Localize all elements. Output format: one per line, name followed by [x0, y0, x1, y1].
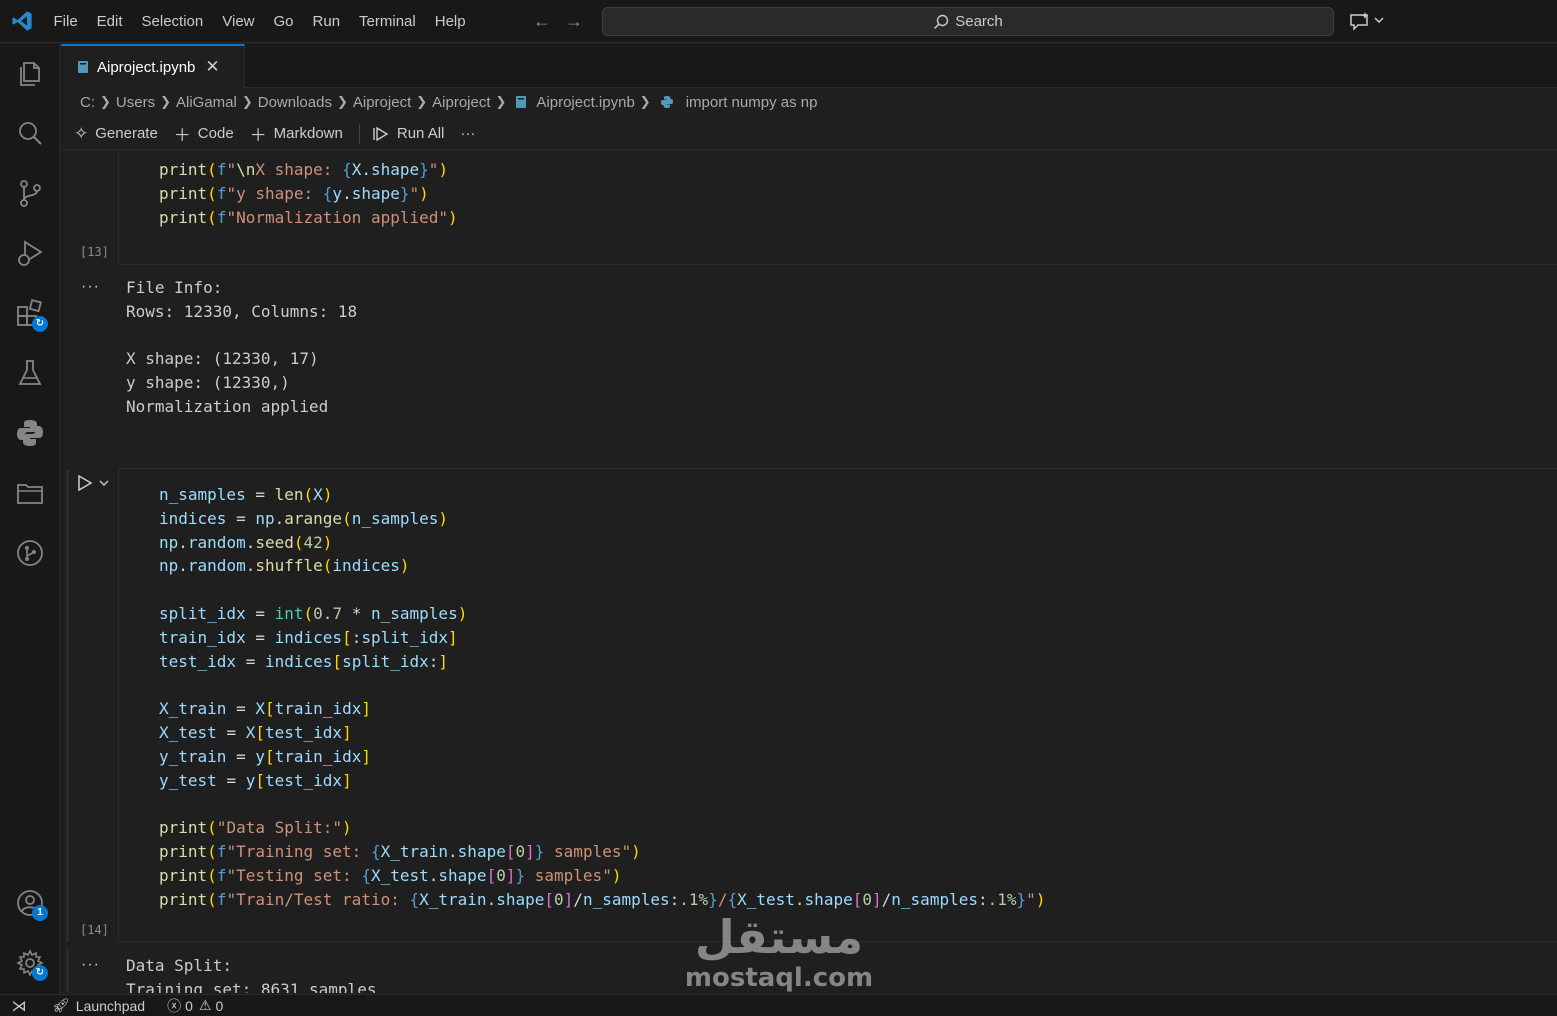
chevron-right-icon: ❯: [336, 94, 348, 109]
extensions-sync-badge: ↻: [32, 316, 48, 332]
menu-terminal[interactable]: Terminal: [350, 0, 426, 43]
cell-output: File Info: Rows: 12330, Columns: 18 X sh…: [118, 276, 1557, 456]
code-label: Code: [197, 125, 234, 142]
output-text: Data Split: Training set: 8631 samples: [126, 956, 377, 993]
command-center-search[interactable]: Search: [602, 7, 1334, 36]
breadcrumb-item[interactable]: Aiproject: [432, 94, 490, 111]
chevron-right-icon: ❯: [495, 94, 507, 109]
chevron-right-icon: ❯: [241, 94, 253, 109]
breadcrumb-item[interactable]: AliGamal: [176, 94, 237, 111]
python-icon[interactable]: [15, 418, 45, 448]
run-cell-button[interactable]: [77, 475, 109, 491]
chevron-right-icon: ❯: [639, 94, 651, 109]
remote-explorer-folder-icon[interactable]: [15, 478, 45, 508]
menu-file[interactable]: File: [44, 0, 87, 43]
chevron-right-icon: ❯: [100, 94, 111, 109]
generate-label: Generate: [95, 125, 158, 142]
source-control-icon[interactable]: [15, 178, 45, 208]
warnings-count: 0: [215, 997, 224, 1014]
settings-sync-badge: ↻: [32, 965, 48, 981]
notebook-file-icon: [516, 96, 527, 108]
chevron-right-icon: ❯: [160, 94, 171, 109]
menu-selection[interactable]: Selection: [132, 0, 213, 43]
breadcrumb: C: ❯ Users ❯ AliGamal ❯ Downloads ❯ Aipr…: [80, 91, 817, 113]
navigation-arrows: ← →: [531, 10, 585, 32]
add-code-cell-button[interactable]: ＋ Code: [174, 121, 234, 146]
notebook-editor: print(f"\nX shape: {X.shape}") print(f"y…: [61, 150, 1557, 993]
tab-aiproject-ipynb[interactable]: Aiproject.ipynb ✕: [61, 44, 245, 88]
breadcrumb-item[interactable]: Downloads: [258, 94, 332, 111]
warning-icon: ⚠: [198, 997, 212, 1013]
menu-help[interactable]: Help: [425, 0, 475, 43]
activity-bar: ↻ 1 ↻: [0, 44, 60, 994]
search-icon: [934, 14, 949, 29]
launchpad-label: Launchpad: [75, 997, 146, 1014]
output-more-icon[interactable]: ···: [81, 278, 100, 296]
breadcrumb-item[interactable]: Users: [116, 94, 155, 111]
notebook-file-icon: [78, 61, 88, 73]
testing-flask-icon[interactable]: [15, 358, 45, 388]
code-cell-editor[interactable]: n_samples = len(X) indices = np.arange(n…: [118, 468, 1557, 942]
menu-run[interactable]: Run: [303, 0, 350, 43]
problems-item[interactable]: ⓧ 0 ⚠ 0: [167, 996, 223, 1016]
cell-output: Data Split: Training set: 8631 samples: [118, 954, 1557, 993]
editor-tab-bar: Aiproject.ipynb ✕: [61, 44, 1557, 88]
output-text: File Info: Rows: 12330, Columns: 18 X sh…: [126, 278, 358, 416]
rocket-icon: 🚀︎: [52, 997, 70, 1013]
run-all-label: Run All: [396, 125, 445, 142]
breadcrumb-item[interactable]: import numpy as np: [686, 94, 818, 111]
search-label: Search: [955, 13, 1003, 30]
error-icon: ⓧ: [167, 997, 182, 1014]
chevron-right-icon: ❯: [416, 94, 428, 109]
vscode-logo-icon[interactable]: [10, 10, 34, 32]
copilot-chat-icon[interactable]: [1348, 10, 1388, 32]
breadcrumb-item[interactable]: Aiproject: [353, 94, 411, 111]
execution-count: [13]: [80, 245, 109, 259]
explorer-files-icon[interactable]: [15, 58, 45, 88]
remote-indicator-icon[interactable]: ⋊: [0, 995, 38, 1016]
status-bar: ⋊ 🚀︎ Launchpad ⓧ 0 ⚠ 0: [0, 994, 1557, 1016]
menu-edit[interactable]: Edit: [87, 0, 132, 43]
python-icon: [660, 96, 673, 108]
forward-arrow-icon[interactable]: →: [563, 10, 585, 32]
sparkle-icon: ✧: [74, 123, 89, 143]
accounts-badge: 1: [32, 905, 48, 921]
title-bar: File Edit Selection View Go Run Terminal…: [0, 0, 1557, 43]
run-and-debug-icon[interactable]: [15, 238, 45, 268]
execution-count: [14]: [80, 923, 109, 937]
code-cell-editor[interactable]: print(f"\nX shape: {X.shape}") print(f"y…: [118, 150, 1557, 265]
plus-icon: ＋: [249, 126, 267, 145]
menu-bar: File Edit Selection View Go Run Terminal…: [44, 0, 475, 43]
more-actions-button[interactable]: ···: [460, 125, 475, 142]
tab-label: Aiproject.ipynb: [97, 58, 196, 76]
run-all-button[interactable]: Run All: [372, 125, 445, 142]
cell-focus-indicator: [66, 470, 69, 942]
git-graph-icon[interactable]: [15, 538, 45, 568]
cell-focus-indicator: [66, 948, 69, 993]
menu-view[interactable]: View: [213, 0, 264, 43]
add-markdown-cell-button[interactable]: ＋ Markdown: [250, 121, 343, 146]
errors-count: 0: [185, 997, 193, 1014]
toolbar-divider: [358, 123, 360, 144]
code-lines[interactable]: n_samples = len(X) indices = np.arange(n…: [159, 483, 1045, 911]
search-icon[interactable]: [15, 118, 45, 148]
launchpad-item[interactable]: 🚀︎ Launchpad: [52, 997, 145, 1014]
plus-icon: ＋: [173, 126, 191, 145]
breadcrumb-item[interactable]: Aiproject.ipynb: [536, 94, 634, 111]
menu-go[interactable]: Go: [264, 0, 303, 43]
output-more-icon[interactable]: ···: [81, 956, 100, 974]
run-all-icon: [373, 126, 389, 141]
notebook-toolbar: ✧ Generate ＋ Code ＋ Markdown Run All ···: [61, 118, 1557, 150]
back-arrow-icon[interactable]: ←: [531, 10, 553, 32]
code-lines[interactable]: print(f"\nX shape: {X.shape}") print(f"y…: [159, 158, 458, 229]
generate-button[interactable]: ✧ Generate: [74, 124, 158, 144]
close-icon[interactable]: ✕: [205, 57, 219, 77]
markdown-label: Markdown: [273, 125, 343, 142]
breadcrumb-item[interactable]: C:: [80, 94, 95, 111]
